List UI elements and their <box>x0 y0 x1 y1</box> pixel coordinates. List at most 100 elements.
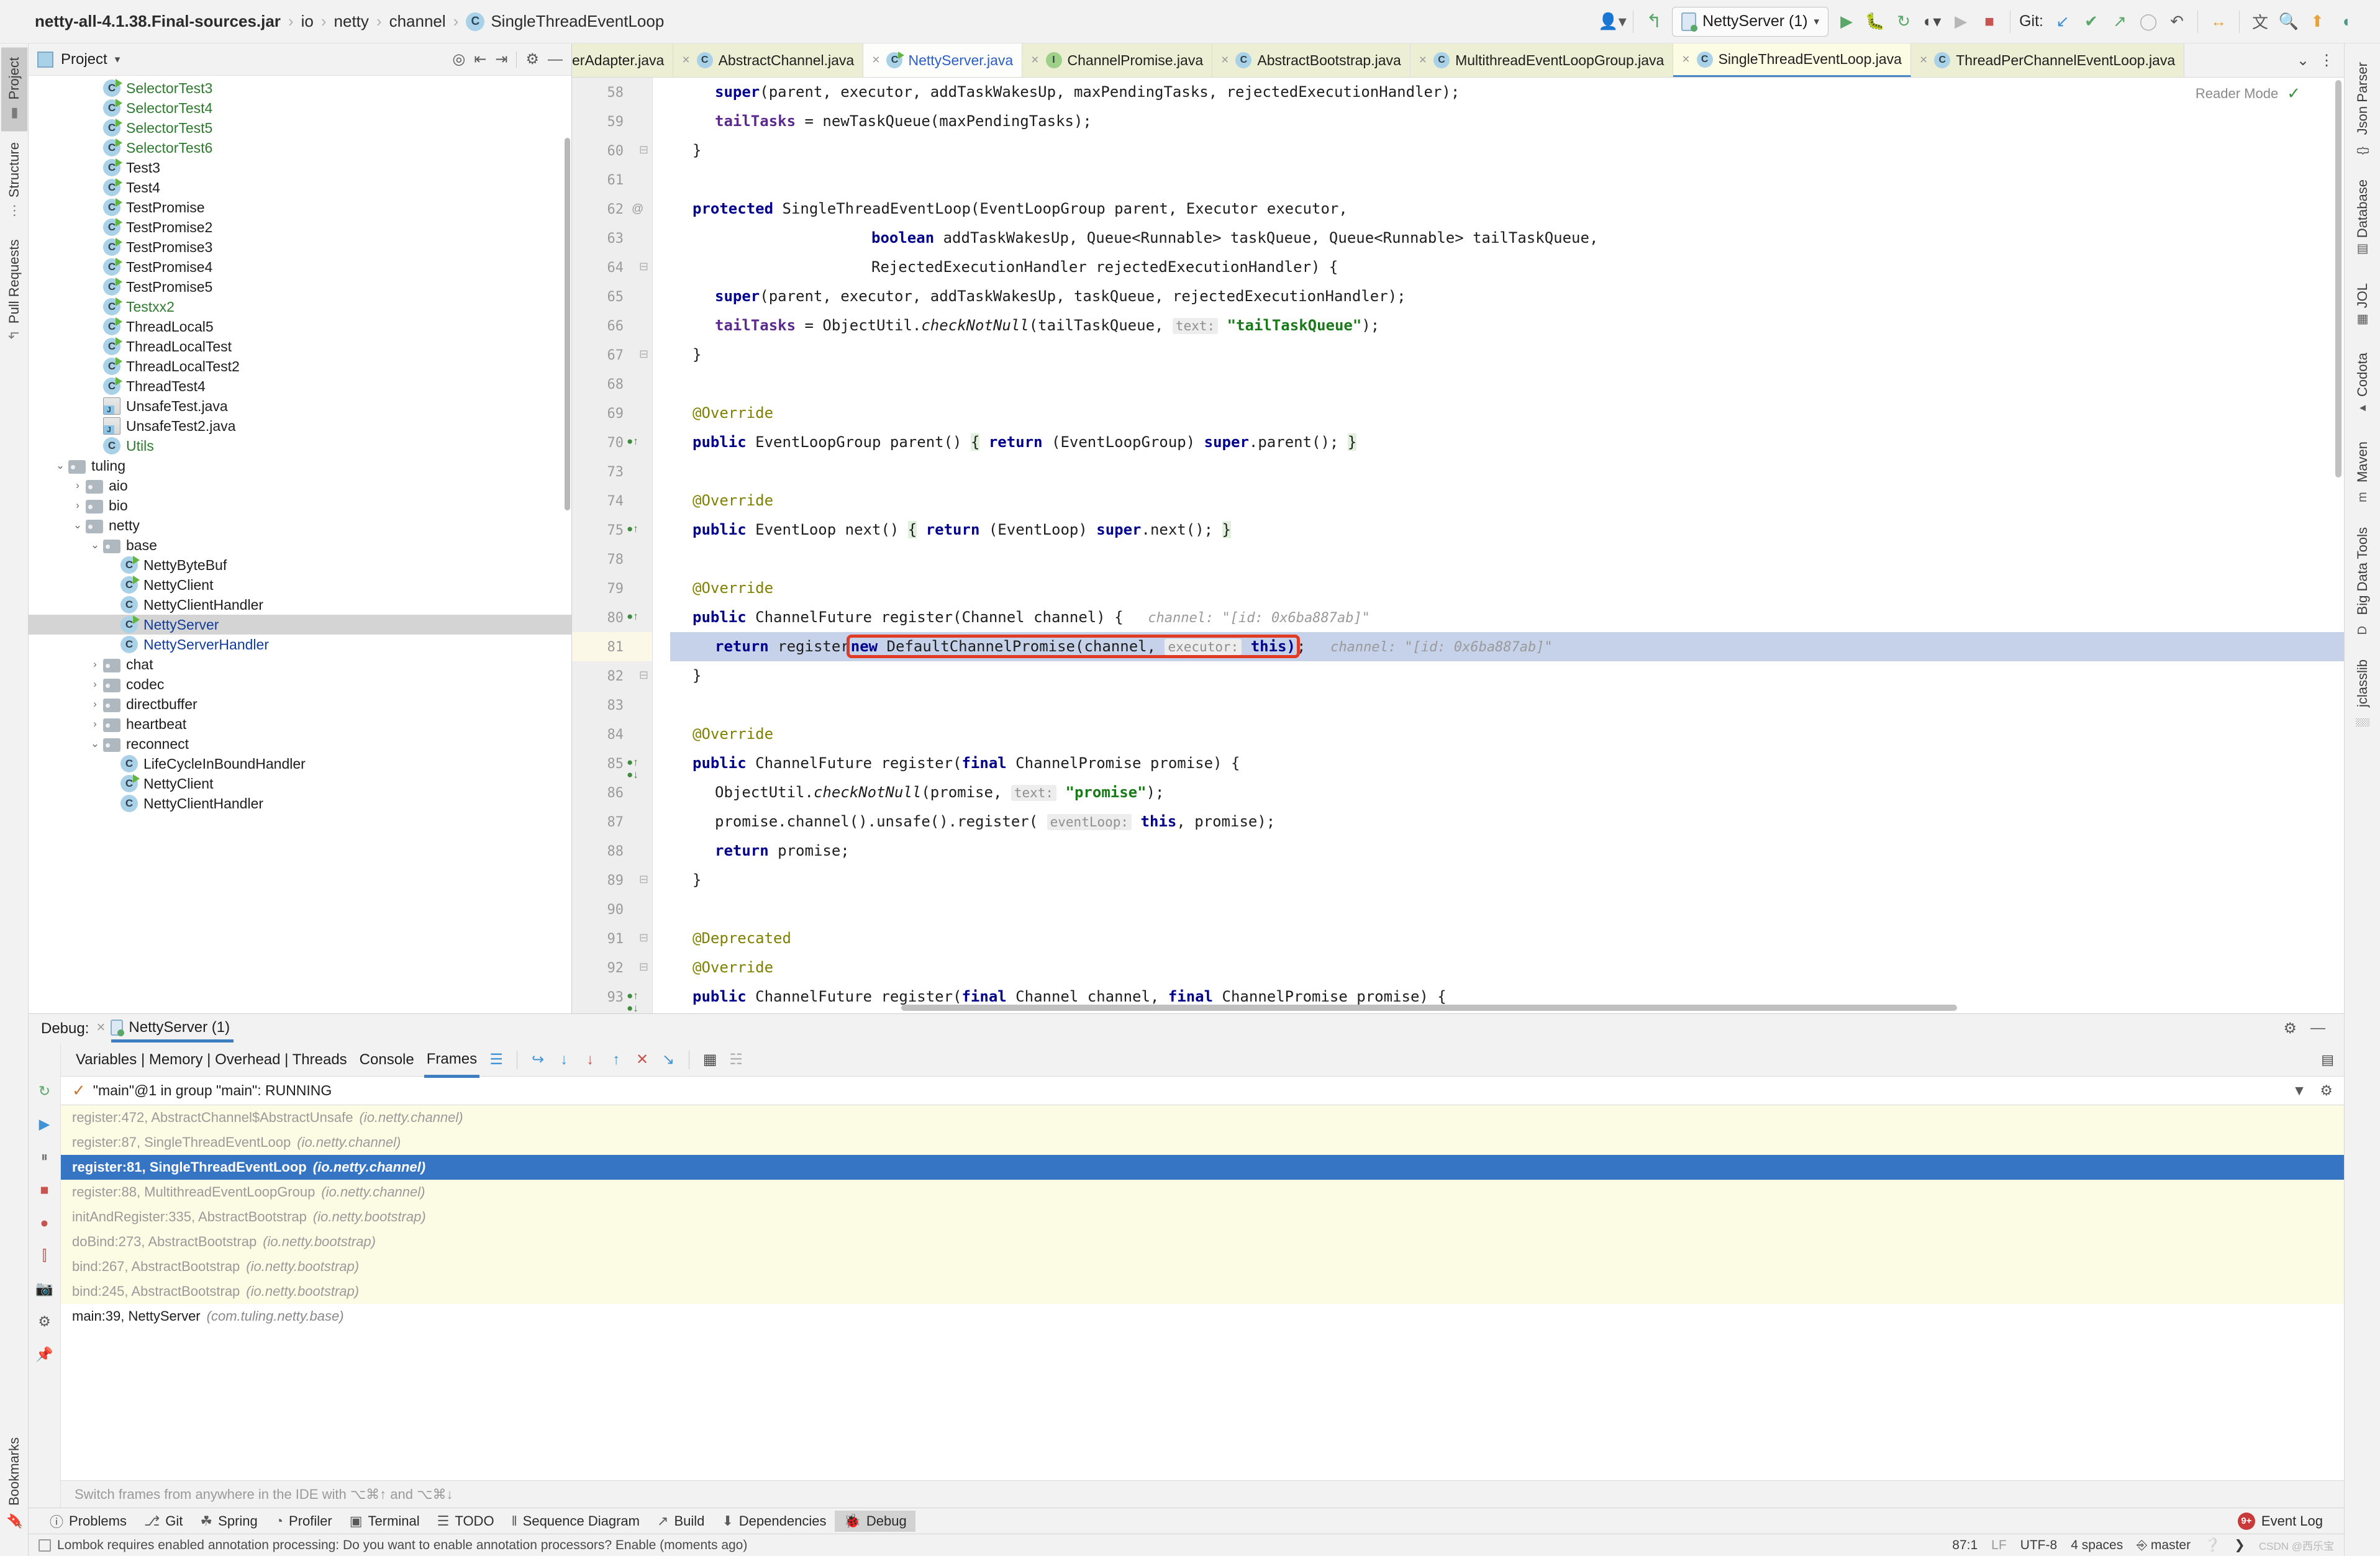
gear-icon[interactable]: ⚙ <box>525 50 539 68</box>
editor-gutter[interactable]: 58 59 60 ⊟ 61 62 @63 64 ⊟ 65 66 67 ⊟ 68 69 70 ●↑ 73 74 75 ●↑… <box>572 78 653 1015</box>
mute-breakpoints-icon[interactable]: ⫿ <box>42 1247 47 1264</box>
stack-frame-row[interactable]: main:39, NettyServer (com.tuling.netty.ba… <box>61 1304 2344 1329</box>
hide-icon[interactable]: — <box>2310 1020 2325 1038</box>
chevron-icon[interactable]: › <box>87 658 103 671</box>
code-line[interactable]: @Override <box>670 574 2344 603</box>
code-text[interactable]: super(parent, executor, addTaskWakesUp, … <box>653 78 2344 1011</box>
code-line[interactable] <box>670 165 2344 194</box>
gear-icon[interactable]: ⚙ <box>2320 1082 2333 1099</box>
gutter-line[interactable]: 67 ⊟ <box>572 340 652 369</box>
code-fold-icon[interactable]: ⊟ <box>639 260 648 273</box>
gutter-line[interactable]: 92 ⊟ <box>572 953 652 982</box>
sidebar-item-pull-requests[interactable]: ↰ Pull Requests <box>1 229 27 351</box>
gutter-line[interactable]: 90 <box>572 895 652 924</box>
tool-window-problems[interactable]: ⓘ Problems <box>41 1509 135 1534</box>
implementation-marker-icon[interactable]: ●↑ ●↓ <box>627 990 652 1015</box>
inspection-ok-icon[interactable]: ✓ <box>2287 84 2301 103</box>
translate-icon[interactable]: 文 <box>2246 6 2274 37</box>
debug-button[interactable]: 🐛 <box>1861 6 1889 37</box>
tree-node[interactable]: › codec <box>29 674 571 694</box>
status-notification[interactable]: Lombok requires enabled annotation proce… <box>39 1538 747 1553</box>
stack-frame-row[interactable]: register:87, SingleThreadEventLoop (io.ne… <box>61 1130 2344 1155</box>
rerun-button[interactable]: ↻ <box>1889 6 1918 37</box>
camera-icon[interactable]: 📷 <box>35 1280 53 1297</box>
gutter-line[interactable]: 82 ⊟ <box>572 661 652 690</box>
code-line[interactable]: } <box>670 866 2344 895</box>
tool-window-dependencies[interactable]: ⬇ Dependencies <box>713 1511 835 1532</box>
step-out-icon[interactable]: ↑ <box>603 1051 629 1069</box>
gutter-line[interactable]: 91 ⊟ <box>572 924 652 953</box>
gear-icon[interactable]: ⚙ <box>2283 1020 2297 1038</box>
code-line[interactable]: tailTasks = ObjectUtil.checkNotNull(tail… <box>670 311 2344 340</box>
drop-frame-icon[interactable]: ✕ <box>629 1051 655 1069</box>
tree-node[interactable]: C TestPromise5 <box>29 277 571 297</box>
gutter-line[interactable]: 89 ⊟ <box>572 866 652 895</box>
code-line[interactable] <box>670 457 2344 486</box>
reader-mode-indicator[interactable]: Reader Mode ✓ <box>2196 84 2301 103</box>
gutter-line[interactable]: 78 <box>572 545 652 574</box>
editor-tab[interactable]: erAdapter.java <box>572 43 674 77</box>
right-tool-strip[interactable]: {} Json Parser ▤ Database ▦ JOL ▸ Codota m Maven D… <box>2344 43 2380 1556</box>
code-line[interactable] <box>670 369 2344 399</box>
gutter-line[interactable]: 79 <box>572 574 652 603</box>
gutter-line[interactable]: 84 <box>572 720 652 749</box>
project-tree[interactable]: C SelectorTest3 C SelectorTest4 C SelectorTes… <box>29 76 571 1013</box>
evaluate-icon[interactable]: ▦ <box>697 1051 723 1069</box>
close-icon[interactable]: × <box>1031 53 1038 68</box>
gutter-line[interactable]: 85 ●↑ ●↓ <box>572 749 652 781</box>
chevron-icon[interactable]: ⌄ <box>87 539 103 551</box>
code-fold-icon[interactable]: ⊟ <box>639 931 648 944</box>
tree-node[interactable]: › bio <box>29 495 571 515</box>
chevron-icon[interactable]: › <box>70 499 86 512</box>
gutter-line[interactable]: 66 <box>572 311 652 340</box>
run-configuration-selector[interactable]: NettyServer (1) ▾ <box>1672 6 1829 37</box>
close-icon[interactable]: × <box>682 53 689 68</box>
gutter-line[interactable]: 61 <box>572 165 652 194</box>
close-icon[interactable]: × <box>96 1019 105 1036</box>
tree-node[interactable]: C NettyServer <box>29 615 571 635</box>
gutter-line[interactable]: 58 <box>572 78 652 107</box>
git-branch[interactable]: ⎆ master <box>2137 1538 2191 1553</box>
gutter-line[interactable]: 60 ⊟ <box>572 136 652 165</box>
right-strip-database[interactable]: ▤ Database <box>2350 167 2376 270</box>
code-line[interactable]: tailTasks = newTaskQueue(maxPendingTasks… <box>670 107 2344 136</box>
code-line[interactable]: @Override <box>670 720 2344 749</box>
back-arrow-icon[interactable]: ↰ <box>1640 6 1668 37</box>
code-line[interactable]: public ChannelFuture register(Channel ch… <box>670 603 2344 632</box>
chevron-icon[interactable]: ⌄ <box>52 459 68 472</box>
code-line[interactable]: } <box>670 136 2344 165</box>
filter-icon[interactable]: ▼ <box>2292 1082 2307 1099</box>
breadcrumb-item-channel[interactable]: channel <box>382 12 453 31</box>
gutter-line[interactable]: 81 <box>572 632 652 661</box>
gutter-line[interactable]: 83 <box>572 690 652 720</box>
frames-list[interactable]: register:472, AbstractChannel$AbstractUn… <box>61 1105 2344 1480</box>
gutter-line[interactable]: 88 <box>572 836 652 866</box>
step-into-icon[interactable]: ↓ <box>551 1051 577 1069</box>
implementation-marker-icon[interactable]: ●↑ ●↓ <box>627 756 652 781</box>
gutter-line[interactable]: 65 <box>572 282 652 311</box>
diff-icon[interactable]: ↔ <box>2204 6 2233 37</box>
code-line[interactable] <box>670 545 2344 574</box>
hide-icon[interactable]: — <box>548 51 563 68</box>
tree-node[interactable]: C ThreadLocalTest2 <box>29 356 571 376</box>
implementation-marker-icon[interactable]: ●↑ <box>627 435 638 448</box>
resume-icon[interactable]: ▶ <box>39 1116 50 1133</box>
stack-frame-row[interactable]: bind:267, AbstractBootstrap (io.netty.boo… <box>61 1254 2344 1279</box>
editor-tab-bar[interactable]: erAdapter.java × C AbstractChannel.java × C Ne… <box>572 43 2344 78</box>
tree-node[interactable]: C ThreadTest4 <box>29 376 571 396</box>
chevron-down-icon[interactable]: ⌄ <box>2297 52 2309 70</box>
code-fold-icon[interactable]: ⊟ <box>639 143 648 156</box>
git-revert-icon[interactable]: ↶ <box>2163 6 2191 37</box>
right-strip-maven[interactable]: m Maven <box>2350 429 2376 515</box>
code-line[interactable]: return registernew DefaultChannelPromise… <box>670 632 2344 661</box>
code-line[interactable]: protected SingleThreadEventLoop(EventLoo… <box>670 194 2344 224</box>
editor-tab[interactable]: × I ChannelPromise.java <box>1022 43 1213 77</box>
gutter-line[interactable]: 73 <box>572 457 652 486</box>
gutter-line[interactable]: 69 <box>572 399 652 428</box>
expand-all-icon[interactable]: ⇤ <box>474 50 486 68</box>
stop-button[interactable]: ■ <box>1975 6 2004 37</box>
indent-setting[interactable]: 4 spaces <box>2071 1538 2123 1553</box>
tree-node[interactable]: ⌄ reconnect <box>29 734 571 754</box>
editor-tab[interactable]: × C SingleThreadEventLoop.java <box>1673 43 1911 77</box>
right-strip-big-data-tools[interactable]: D Big Data Tools <box>2350 515 2376 647</box>
